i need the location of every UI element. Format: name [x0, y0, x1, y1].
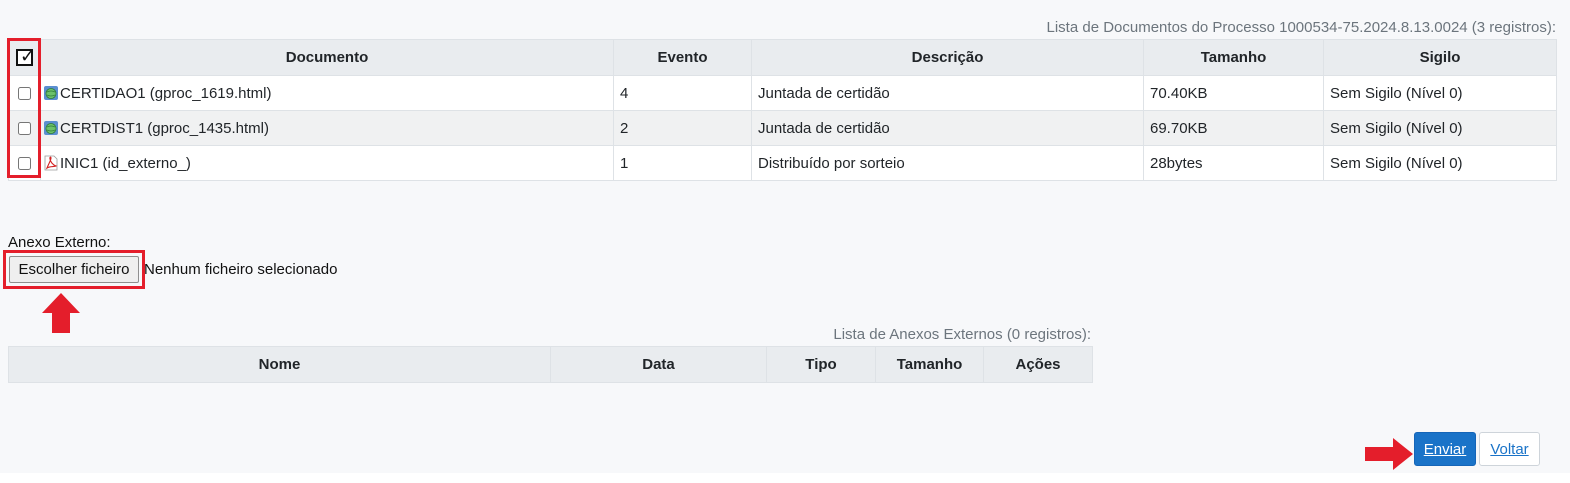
sigilo-cell: Sem Sigilo (Nível 0)	[1323, 75, 1557, 111]
anexos-header-row: Nome Data Tipo Tamanho Ações	[8, 346, 1093, 383]
evento-cell: 1	[613, 145, 752, 181]
sigilo-cell: Sem Sigilo (Nível 0)	[1323, 110, 1557, 146]
column-header-data[interactable]: Data	[550, 346, 767, 383]
table-row: INIC1 (id_externo_) 1 Distribuído por so…	[8, 145, 1557, 181]
column-header-evento[interactable]: Evento	[613, 39, 752, 76]
evento-cell: 4	[613, 75, 752, 111]
documents-table: ✓ Documento Evento Descrição Tamanho Sig…	[8, 39, 1557, 181]
column-header-acoes: Ações	[983, 346, 1093, 383]
row-select-cell	[8, 110, 41, 146]
row-select-cell	[8, 145, 41, 181]
column-header-tamanho[interactable]: Tamanho	[875, 346, 984, 383]
documents-header-row: ✓ Documento Evento Descrição Tamanho Sig…	[8, 39, 1557, 76]
row-select-cell	[8, 75, 41, 111]
descricao-cell: Juntada de certidão	[751, 75, 1144, 111]
enviar-button[interactable]: Enviar	[1414, 432, 1476, 466]
tamanho-cell: 69.70KB	[1143, 110, 1324, 146]
row-checkbox[interactable]	[18, 157, 31, 171]
row-checkbox[interactable]	[18, 122, 31, 136]
document-cell: CERTDIST1 (gproc_1435.html)	[40, 110, 614, 146]
column-header-sigilo[interactable]: Sigilo	[1323, 39, 1557, 76]
anexos-list-caption: Lista de Anexos Externos (0 registros):	[833, 326, 1091, 343]
descricao-cell: Distribuído por sorteio	[751, 145, 1144, 181]
column-header-descricao[interactable]: Descrição	[751, 39, 1144, 76]
descricao-cell: Juntada de certidão	[751, 110, 1144, 146]
row-checkbox[interactable]	[18, 87, 31, 101]
file-status-text: Nenhum ficheiro selecionado	[144, 261, 338, 278]
html-document-icon	[44, 120, 58, 135]
column-header-documento[interactable]: Documento	[40, 39, 614, 76]
document-link[interactable]: CERTIDAO1 (gproc_1619.html)	[60, 85, 271, 102]
select-all-cell: ✓	[8, 39, 41, 76]
pdf-document-icon	[44, 155, 58, 170]
column-header-tipo[interactable]: Tipo	[766, 346, 876, 383]
tamanho-cell: 70.40KB	[1143, 75, 1324, 111]
column-header-tamanho[interactable]: Tamanho	[1143, 39, 1324, 76]
anexos-table: Nome Data Tipo Tamanho Ações	[8, 346, 1093, 383]
tamanho-cell: 28bytes	[1143, 145, 1324, 181]
evento-cell: 2	[613, 110, 752, 146]
check-icon: ✓	[20, 46, 36, 67]
document-cell: CERTIDAO1 (gproc_1619.html)	[40, 75, 614, 111]
voltar-button[interactable]: Voltar	[1479, 432, 1540, 466]
html-document-icon	[44, 85, 58, 100]
right-arrow-icon	[1365, 438, 1413, 470]
document-link[interactable]: CERTDIST1 (gproc_1435.html)	[60, 120, 269, 137]
documents-list-caption: Lista de Documentos do Processo 1000534-…	[1046, 19, 1557, 36]
column-header-nome[interactable]: Nome	[8, 346, 551, 383]
table-row: CERTIDAO1 (gproc_1619.html) 4 Juntada de…	[8, 75, 1557, 111]
document-link[interactable]: INIC1 (id_externo_)	[60, 155, 191, 172]
table-row: CERTDIST1 (gproc_1435.html) 2 Juntada de…	[8, 110, 1557, 146]
anexo-externo-label: Anexo Externo:	[8, 234, 111, 251]
document-cell: INIC1 (id_externo_)	[40, 145, 614, 181]
sigilo-cell: Sem Sigilo (Nível 0)	[1323, 145, 1557, 181]
choose-file-button[interactable]: Escolher ficheiro	[9, 256, 139, 283]
select-all-checkbox[interactable]: ✓	[16, 46, 36, 67]
